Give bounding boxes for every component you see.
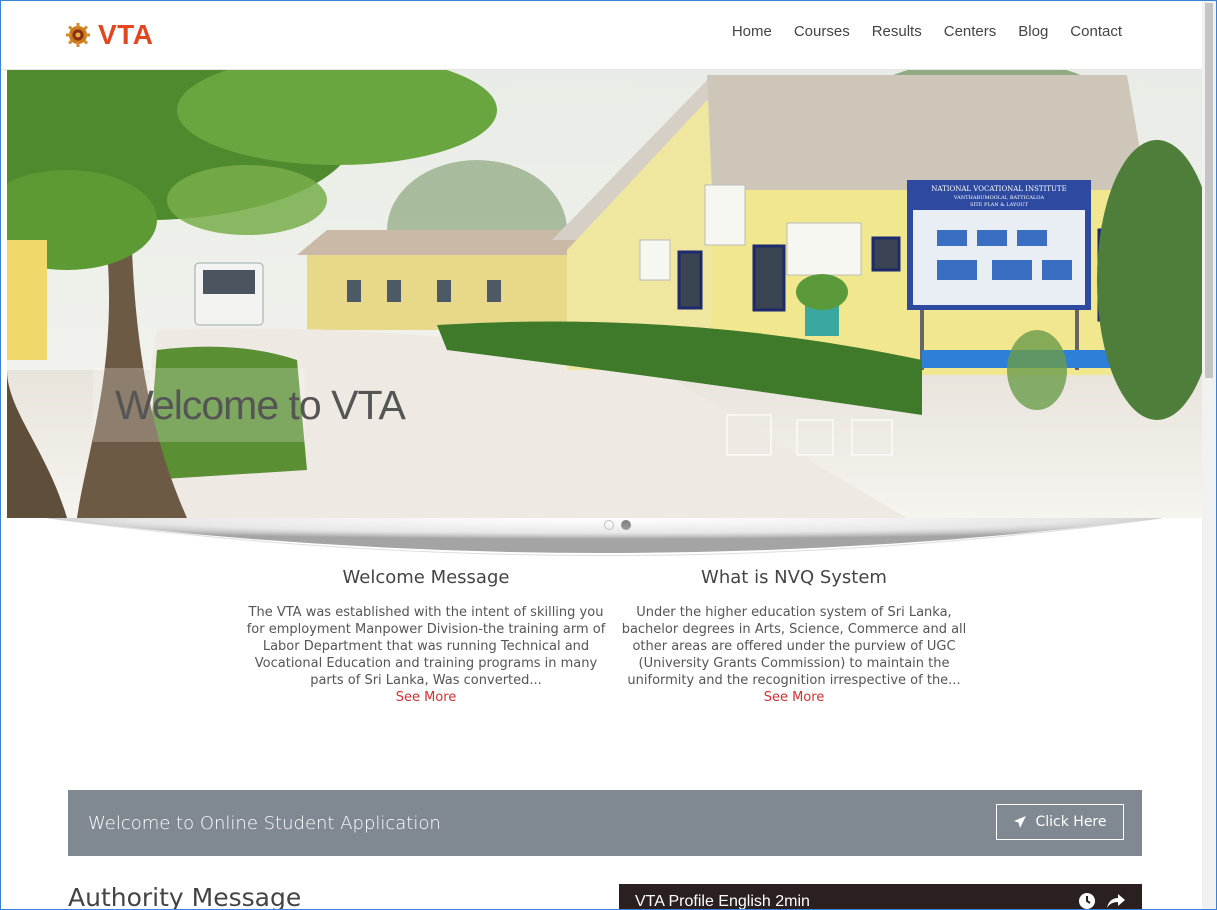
welcome-message-text: The VTA was established with the intent …	[246, 605, 606, 688]
nav-contact[interactable]: Contact	[1070, 23, 1122, 40]
nvq-title: What is NVQ System	[701, 567, 887, 588]
nav-home[interactable]: Home	[732, 23, 772, 40]
authority-message-title: Authority Message	[68, 883, 302, 910]
clock-icon[interactable]	[1078, 892, 1096, 910]
signboard-line-2: VANTHARUMOOLAI, BATTICALOA	[953, 195, 1045, 201]
logo[interactable]: VTA	[65, 19, 153, 51]
main-nav: Home Courses Results Centers Blog Contac…	[710, 23, 1122, 40]
gear-logo-icon	[66, 23, 90, 47]
browser-page: VTA Home Courses Results Centers Blog Co…	[0, 0, 1217, 910]
welcome-see-more-link[interactable]: See More	[246, 689, 606, 706]
site-header: VTA Home Courses Results Centers Blog Co…	[1, 1, 1202, 70]
brand-name: VTA	[98, 19, 154, 50]
video-title[interactable]: VTA Profile English 2min	[635, 893, 810, 909]
nvq-see-more-link[interactable]: See More	[614, 689, 974, 706]
nav-centers[interactable]: Centers	[944, 23, 997, 40]
nav-courses[interactable]: Courses	[794, 23, 850, 40]
nav-blog[interactable]: Blog	[1018, 23, 1048, 40]
welcome-message-section: Welcome Message The VTA was established …	[246, 567, 606, 706]
nvq-section: What is NVQ System Under the higher educ…	[614, 567, 974, 706]
paper-plane-icon	[1014, 816, 1027, 828]
click-here-label: Click Here	[1035, 814, 1107, 830]
scrollbar-thumb[interactable]	[1205, 3, 1213, 378]
online-application-title: Welcome to Online Student Application	[88, 813, 441, 834]
nvq-text: Under the higher education system of Sri…	[621, 605, 967, 688]
video-player[interactable]: VTA Profile English 2min	[619, 884, 1142, 910]
hero-caption: Welcome to VTA	[115, 382, 406, 428]
online-application-bar: Welcome to Online Student Application Cl…	[68, 790, 1142, 856]
welcome-message-title: Welcome Message	[342, 567, 510, 588]
video-controls	[1078, 892, 1126, 910]
hero-caption-box: Welcome to VTA	[93, 368, 406, 442]
click-here-button[interactable]: Click Here	[996, 804, 1124, 840]
page-scrollbar[interactable]	[1202, 1, 1216, 909]
share-icon[interactable]	[1106, 892, 1126, 910]
hero-slider[interactable]: NATIONAL VOCATIONAL INSTITUTE VANTHARUMO…	[7, 70, 1202, 518]
signboard-line-1: NATIONAL VOCATIONAL INSTITUTE	[931, 185, 1066, 193]
signboard-line-3: SITE PLAN & LAYOUT	[970, 202, 1029, 208]
nav-results[interactable]: Results	[872, 23, 922, 40]
hero-image: NATIONAL VOCATIONAL INSTITUTE VANTHARUMO…	[7, 70, 1202, 518]
